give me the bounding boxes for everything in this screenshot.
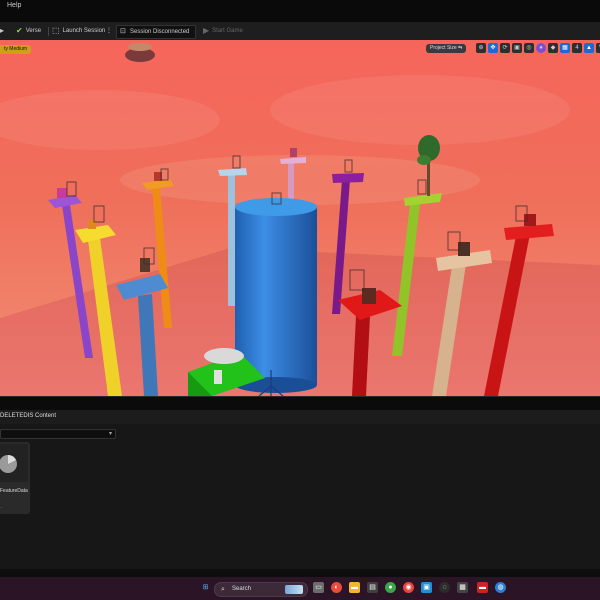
camera-speed-icon[interactable]: ▲ [584,43,594,53]
panel-divider[interactable] [0,396,600,411]
asset-thumbnail [0,444,28,482]
toolbar-separator [48,27,49,36]
project-size-badge[interactable]: Project Size ⇆ [426,44,467,53]
content-browser-title[interactable]: DELETEDIS Content [0,413,56,419]
app-icon-red[interactable]: ▬ [477,582,488,593]
session-status-label: Session Disconnected [130,29,190,35]
file-explorer-icon[interactable]: ▬ [349,582,360,593]
scene-render[interactable] [0,40,600,396]
task-view-icon[interactable]: ▭ [313,582,324,593]
toolbar-arrow[interactable]: ▸ [0,25,4,37]
status-bar [0,569,600,577]
session-status-box[interactable]: ⊡ Session Disconnected [116,25,196,39]
pie-thumbnail-icon [0,455,17,473]
asset-tile[interactable]: FeatureData ... [0,442,30,514]
launch-icon: ⬚ [52,26,60,35]
store-icon[interactable]: ▤ [367,582,378,593]
search-icon: ⌕ [221,586,225,593]
app-icon-blue[interactable]: ▣ [421,582,432,593]
verse-label: Verse [25,28,42,34]
verse-icon: ✔ [16,26,23,35]
menu-bar: Help [0,0,600,22]
play-icon: ▶ [203,26,210,35]
grid-size-icon[interactable]: ▦ [560,43,570,53]
search-label: Search [232,586,252,592]
content-filter-dropdown[interactable]: ▾ [0,429,116,439]
translate-tool-icon[interactable]: ✥ [488,43,498,53]
chevron-down-icon: ▾ [108,431,112,437]
start-game-button[interactable]: ▶ Start Game [203,25,243,37]
cloud [270,75,570,145]
snap-value-label[interactable]: 4 [572,43,582,53]
launch-options-button[interactable]: ⋮ [106,25,112,37]
unreal-icon[interactable]: ◌ [439,582,450,593]
session-icon: ⊡ [120,28,126,35]
start-game-label: Start Game [212,28,243,34]
scalability-badge[interactable]: ty Medium [0,45,32,54]
level-viewport[interactable] [0,40,600,396]
kebab-icon: ⋮ [106,28,112,34]
content-browser-body[interactable] [0,424,600,569]
scale-tool-icon[interactable]: ▣ [512,43,522,53]
launch-session-button[interactable]: ⬚ Launch Session [52,25,105,37]
viewport-mode-label[interactable]: W [596,43,600,53]
launch-session-label: Launch Session [62,28,106,34]
app-icon-green[interactable]: ● [385,582,396,593]
world-space-icon[interactable]: ◎ [524,43,534,53]
asset-subtitle: ... [0,504,4,509]
taskbar-search[interactable]: ⌕ Search [214,582,308,597]
viewport-toolbar: ⊕ ✥ ⟳ ▣ ◎ ● ◆ ▦ 4 ▲ W [476,43,600,54]
project-size-toggle-icon: ⇆ [458,45,463,51]
chevron-icon: ▸ [0,26,5,35]
app-icon-dark[interactable]: ▦ [457,582,468,593]
surface-snap-icon[interactable]: ● [536,43,546,53]
main-toolbar: ▸ ✔ Verse ⬚ Launch Session ⋮ [0,22,600,41]
search-highlight-image [285,585,303,594]
airship [125,43,155,62]
rotate-tool-icon[interactable]: ⟳ [500,43,510,53]
chrome-icon[interactable]: ◉ [403,582,414,593]
verse-button[interactable]: ✔ Verse [16,25,41,37]
menu-help[interactable]: Help [7,2,21,9]
grid-snap-icon[interactable]: ◆ [548,43,558,53]
copilot-icon[interactable]: ◐ [331,582,342,593]
app-icon-circle[interactable]: ◍ [495,582,506,593]
project-size-label: Project Size [430,45,457,51]
windows-start-icon[interactable]: ⊞ [200,582,211,593]
content-browser-header: DELETEDIS Content [0,410,600,425]
asset-name: FeatureData [0,488,28,494]
select-tool-icon[interactable]: ⊕ [476,43,486,53]
